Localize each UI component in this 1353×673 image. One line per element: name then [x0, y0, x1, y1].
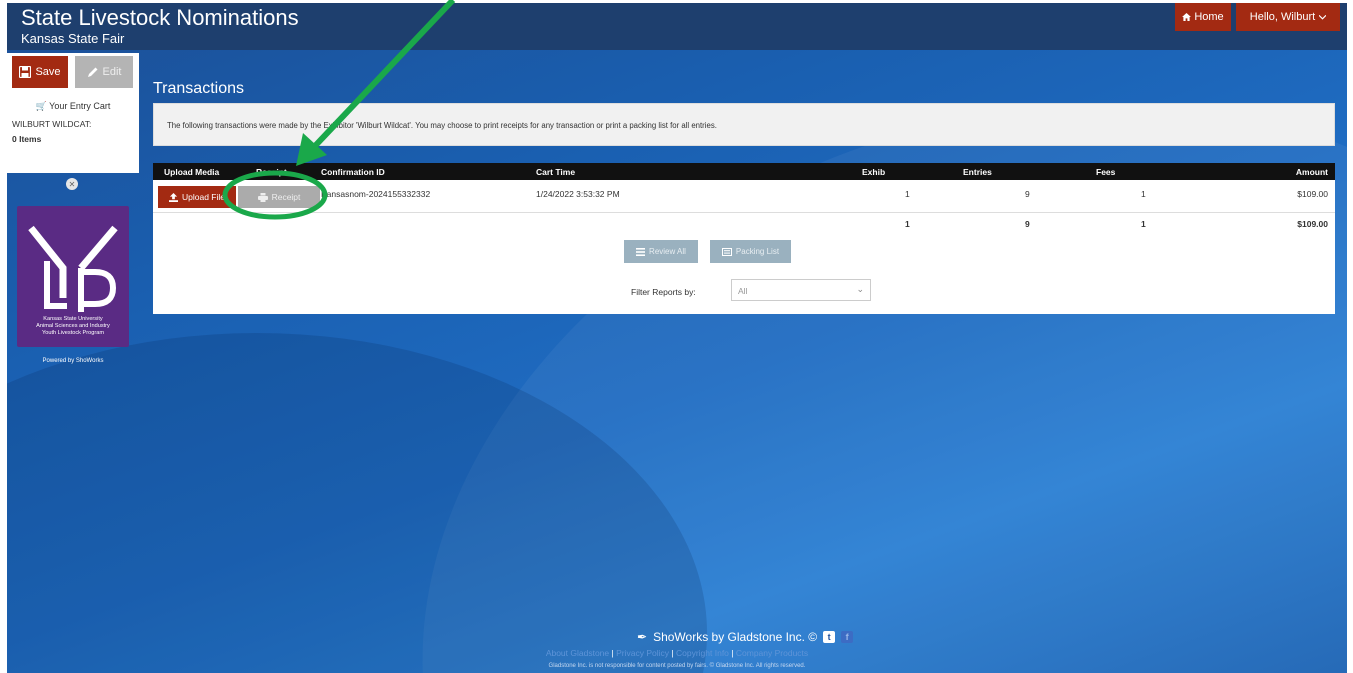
logo-caption: Kansas State University Animal Sciences …: [17, 316, 129, 337]
receipt-label: Receipt: [271, 192, 301, 202]
entry-cart-label: Your Entry Cart: [49, 101, 111, 111]
save-button[interactable]: Save: [12, 56, 68, 88]
page-title: Transactions: [153, 80, 244, 97]
edit-label: Edit: [102, 66, 122, 78]
app-subtitle: Kansas State Fair: [21, 31, 125, 46]
fees-cell: 1: [1141, 189, 1146, 199]
review-all-button[interactable]: Review All: [624, 240, 698, 263]
logo-caption-line: Youth Livestock Program: [42, 330, 104, 336]
cart-exhibitor-name: WILBURT WILDCAT:: [12, 119, 92, 129]
info-text: The following transactions were made by …: [167, 121, 717, 130]
list-alt-icon: [721, 247, 732, 256]
powered-by-link[interactable]: Powered by ShoWorks: [17, 358, 129, 364]
footer-brand-text: ShoWorks by Gladstone Inc. ©: [653, 630, 818, 644]
exhib-cell: 1: [905, 189, 910, 199]
upload-file-label: Upload File: [182, 192, 225, 202]
list-icon: [636, 247, 646, 256]
edit-button[interactable]: Edit: [75, 56, 133, 88]
packing-list-button[interactable]: Packing List: [710, 240, 791, 263]
home-label: Home: [1194, 11, 1224, 23]
cart-item-count: 0 Items: [12, 134, 42, 144]
table-header: Upload Media Receipt Confirmation ID Car…: [153, 163, 1335, 180]
upload-file-button[interactable]: Upload File: [158, 186, 236, 208]
footer-link-products[interactable]: Company Products: [736, 648, 808, 658]
col-upload-media: Upload Media: [164, 167, 220, 177]
footer-links: About Gladstone | Privacy Policy | Copyr…: [7, 648, 1347, 658]
chevron-down-icon: [1319, 14, 1327, 20]
col-confirmation-id: Confirmation ID: [321, 167, 385, 177]
user-menu-button[interactable]: Hello, Wilburt: [1236, 3, 1340, 31]
top-navbar: State Livestock Nominations Kansas State…: [7, 3, 1347, 50]
cart-time-cell: 1/24/2022 3:53:32 PM: [536, 189, 620, 199]
logo-caption-line: Kansas State University: [43, 316, 103, 322]
app-title: State Livestock Nominations: [21, 5, 299, 30]
footer-brand: ✒ ShoWorks by Gladstone Inc. © t f: [637, 630, 854, 644]
cart-icon: 🛒: [35, 101, 47, 111]
app-frame: State Livestock Nominations Kansas State…: [7, 3, 1347, 673]
packing-list-label: Packing List: [735, 247, 780, 256]
save-label: Save: [35, 66, 61, 78]
total-exhib: 1: [905, 219, 910, 229]
chevron-down-icon: ⌄: [856, 284, 864, 294]
col-receipt: Receipt: [256, 167, 287, 177]
sidebar-panel: Save Edit 🛒 Your Entry Cart WILBURT WILD…: [7, 53, 139, 173]
totals-row: 1 9 1 $109.00: [153, 219, 1335, 233]
info-panel: The following transactions were made by …: [153, 103, 1335, 146]
total-entries: 9: [1025, 219, 1030, 229]
footer-separator: |: [611, 648, 614, 658]
confirmation-id-cell: Kansasnom-2024155332332: [321, 189, 431, 199]
home-icon: [1182, 13, 1192, 21]
entry-cart-heading[interactable]: 🛒 Your Entry Cart: [7, 101, 139, 112]
footer-link-about[interactable]: About Gladstone: [546, 648, 609, 658]
footer-link-privacy[interactable]: Privacy Policy: [616, 648, 669, 658]
amount-cell: $109.00: [1297, 189, 1328, 199]
col-exhib: Exhib: [862, 167, 886, 177]
receipt-button[interactable]: Receipt: [238, 186, 320, 208]
footer-separator: |: [731, 648, 734, 658]
footer-separator: |: [671, 648, 674, 658]
filter-selected-value: All: [738, 286, 748, 296]
col-entries: Entries: [963, 167, 992, 177]
review-all-label: Review All: [649, 247, 686, 256]
col-amount: Amount: [1295, 167, 1328, 177]
twitter-icon[interactable]: t: [823, 631, 836, 643]
col-cart-time: Cart Time: [536, 167, 576, 177]
home-button[interactable]: Home: [1175, 3, 1231, 31]
logo-caption-line: Animal Sciences and Industry: [36, 323, 110, 329]
upload-icon: [169, 192, 178, 202]
user-label: Hello, Wilburt: [1249, 11, 1316, 23]
filter-reports-select[interactable]: All ⌄: [731, 279, 871, 301]
close-icon[interactable]: ✕: [66, 178, 78, 190]
footer-notice: Gladstone Inc. is not responsible for co…: [548, 663, 806, 669]
printer-icon: [257, 192, 268, 202]
filter-label: Filter Reports by:: [631, 287, 696, 297]
col-fees: Fees: [1096, 167, 1116, 177]
table-row: Upload File Receipt Kansasnom-2024155332…: [153, 180, 1335, 213]
save-icon: [19, 66, 32, 78]
lyp-logo-mark: [28, 225, 118, 312]
pencil-icon: [87, 67, 98, 77]
facebook-icon[interactable]: f: [841, 631, 854, 643]
lyp-logo: Kansas State University Animal Sciences …: [17, 206, 129, 347]
total-fees: 1: [1141, 219, 1146, 229]
footer-link-copyright[interactable]: Copyright Info: [676, 648, 729, 658]
showorks-logo-icon: ✒: [637, 630, 648, 644]
transactions-table: Upload Media Receipt Confirmation ID Car…: [153, 163, 1335, 314]
total-amount: $109.00: [1297, 219, 1328, 229]
entries-cell: 9: [1025, 189, 1030, 199]
